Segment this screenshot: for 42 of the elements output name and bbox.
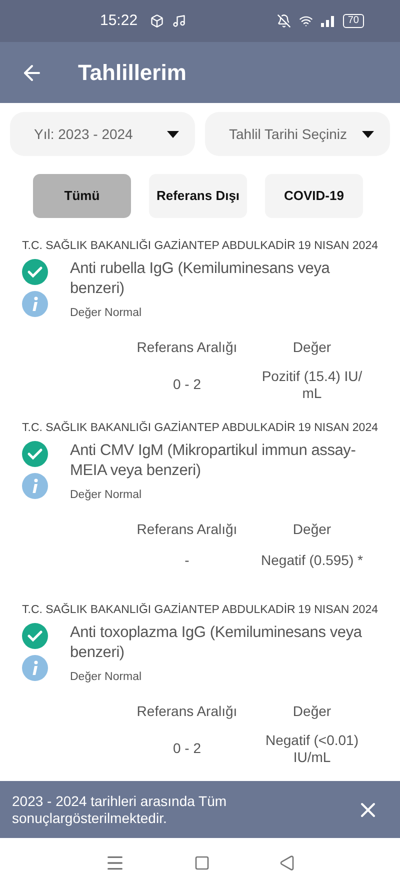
column-header: Değer (292, 520, 332, 539)
reference-range: - (184, 550, 190, 570)
column-header: Referans Aralığı (136, 520, 238, 539)
filter-tab[interactable]: Referans Dışı (149, 174, 247, 218)
status-time: 15:22 (100, 10, 138, 31)
column-header: Değer (292, 338, 332, 357)
back-icon[interactable] (279, 855, 296, 871)
dropdown[interactable]: Tahlil Tarihi Seçiniz (205, 112, 390, 156)
battery-level: 70 (342, 14, 364, 28)
result-date: 19 NISAN 2024 (298, 421, 378, 436)
column-header: Değer (292, 702, 332, 721)
column-header: Referans Aralığı (136, 338, 238, 357)
wifi-icon (298, 14, 313, 28)
dropdown-caret-icon (167, 130, 179, 138)
snackbar-message: 2023 - 2024 tarihleri arasında Tüm sonuçlargösterilmektedir. (12, 792, 228, 826)
column-header: Referans Aralığı (136, 702, 238, 721)
institution-name: T.C. SAĞLIK BAKANLIĞI GAZİANTEP ABDULKADİR (22, 238, 296, 254)
result-value: Negatif (<0.01) IU/mL (264, 732, 360, 766)
result-date: 19 NISAN 2024 (298, 239, 378, 254)
institution-name: T.C. SAĞLIK BAKANLIĞI GAZİANTEP ABDULKADİR (22, 420, 296, 436)
home-icon[interactable] (194, 855, 210, 871)
package-icon (150, 14, 164, 28)
test-name: Anti toxoplazma IgG (Kemiluminesans veya benzeri) (70, 623, 363, 664)
result-date: 19 NISAN 2024 (298, 603, 378, 618)
signal-icon (320, 15, 335, 27)
music-icon (172, 14, 186, 28)
result-value: Pozitif (15.4) IU/ mL (260, 368, 364, 402)
header-title: Tahlillerim (78, 59, 186, 87)
reference-range: 0 - 2 (172, 739, 202, 758)
test-name: Anti rubella IgG (Kemiluminesans veya benzeri) (70, 259, 331, 300)
test-name: Anti CMV IgM (Mikropartikul immun assay-MEIA veya benzeri) (70, 441, 357, 482)
dropdown-caret-icon (362, 130, 374, 138)
filter-tab[interactable]: COVID-19 (265, 174, 363, 218)
institution-name: T.C. SAĞLIK BAKANLIĞI GAZİANTEP ABDULKADİR (22, 602, 296, 618)
mute-icon (276, 14, 291, 28)
reference-range: 0 - 2 (172, 375, 202, 394)
result-status: Değer Normal (70, 670, 143, 686)
dropdown[interactable]: Yıl: 2023 - 2024 (10, 112, 195, 156)
result-status: Değer Normal (70, 488, 143, 504)
filter-tab[interactable]: Tümü (33, 174, 131, 218)
result-status: Değer Normal (70, 306, 143, 322)
result-value: Negatif (0.595) * (260, 552, 364, 568)
